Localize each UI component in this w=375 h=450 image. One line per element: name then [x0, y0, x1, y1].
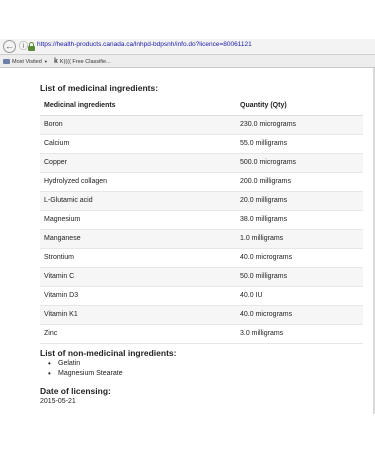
ingredient-name: Vitamin K1 [44, 311, 78, 318]
lock-icon[interactable] [28, 42, 35, 51]
ingredient-name: Vitamin C [44, 273, 75, 280]
table-row: Vitamin K1 40.0 micrograms [40, 306, 363, 325]
ingredient-name: Zinc [44, 330, 58, 337]
bookmark-label: Most Visited [12, 59, 42, 65]
address-bar[interactable]: ← ⓘ https://health-products.canada.ca/ln… [0, 39, 375, 55]
medicinal-ingredients-table: Medicinal ingredients Quantity (Qty) Bor… [40, 96, 363, 344]
ingredient-name: Manganese [44, 235, 81, 242]
non-medicinal-ingredients-list: Gelatin Magnesium Stearate [48, 359, 123, 379]
ingredient-quantity: 50.0 milligrams [240, 273, 288, 280]
url-text[interactable]: https://health-products.canada.ca/lnhpd-… [37, 41, 252, 48]
ingredient-name: Boron [44, 121, 63, 128]
bookmark-most-visited[interactable]: Most Visited ▼ [3, 57, 48, 66]
ingredient-name: Strontium [44, 254, 74, 261]
ingredient-quantity: 200.0 milligrams [240, 178, 291, 185]
table-row: Calcium 55.0 milligrams [40, 135, 363, 154]
table-row: Hydrolyzed collagen 200.0 milligrams [40, 173, 363, 192]
ingredient-quantity: 1.0 milligrams [240, 235, 284, 242]
list-item: Gelatin [48, 359, 123, 369]
ingredient-name: L-Glutamic acid [44, 197, 93, 204]
bookmark-free-classifieds[interactable]: k K(((( Free Classifie... [54, 57, 111, 66]
non-medicinal-ingredients-title: List of non-medicinal ingredients: [40, 348, 177, 358]
table-row: L-Glutamic acid 20.0 milligrams [40, 192, 363, 211]
table-row: Manganese 1.0 milligrams [40, 230, 363, 249]
site-favicon-icon: k [54, 58, 58, 65]
bookmark-label: K(((( Free Classifie... [59, 59, 111, 65]
medicinal-ingredients-title: List of medicinal ingredients: [40, 83, 159, 93]
licensing-date: 2015-05-21 [40, 398, 76, 405]
screenshot-frame: ← ⓘ https://health-products.canada.ca/ln… [0, 0, 375, 450]
ingredient-quantity: 20.0 milligrams [240, 197, 288, 204]
table-header: Medicinal ingredients Quantity (Qty) [40, 96, 363, 116]
table-row: Copper 500.0 micrograms [40, 154, 363, 173]
ingredient-quantity: 40.0 micrograms [240, 311, 293, 318]
date-of-licensing-title: Date of licensing: [40, 386, 111, 396]
ingredient-quantity: 230.0 micrograms [240, 121, 297, 128]
table-row: Strontium 40.0 micrograms [40, 249, 363, 268]
folder-icon [3, 59, 10, 65]
table-row: Vitamin C 50.0 milligrams [40, 268, 363, 287]
ingredient-quantity: 40.0 IU [240, 292, 263, 299]
back-arrow-icon[interactable]: ← [3, 40, 16, 53]
column-header: Medicinal ingredients [44, 102, 116, 109]
page-content: List of medicinal ingredients: Medicinal… [0, 68, 375, 414]
column-header: Quantity (Qty) [240, 102, 287, 109]
ingredient-quantity: 40.0 micrograms [240, 254, 293, 261]
ingredient-quantity: 38.0 milligrams [240, 216, 288, 223]
ingredient-name: Hydrolyzed collagen [44, 178, 108, 185]
table-row: Zinc 3.0 milligrams [40, 325, 363, 344]
bookmarks-bar: Most Visited ▼ k K(((( Free Classifie... [0, 55, 375, 68]
ingredient-quantity: 55.0 milligrams [240, 140, 288, 147]
table-row: Boron 230.0 micrograms [40, 116, 363, 135]
table-row: Magnesium 38.0 milligrams [40, 211, 363, 230]
ingredient-name: Vitamin D3 [44, 292, 79, 299]
ingredient-name: Magnesium [44, 216, 81, 223]
ingredient-name: Calcium [44, 140, 70, 147]
ingredient-name: Copper [44, 159, 67, 166]
list-item: Magnesium Stearate [48, 369, 123, 379]
chevron-down-icon: ▼ [43, 59, 48, 64]
table-row: Vitamin D3 40.0 IU [40, 287, 363, 306]
ingredient-quantity: 500.0 micrograms [240, 159, 297, 166]
ingredient-quantity: 3.0 milligrams [240, 330, 284, 337]
